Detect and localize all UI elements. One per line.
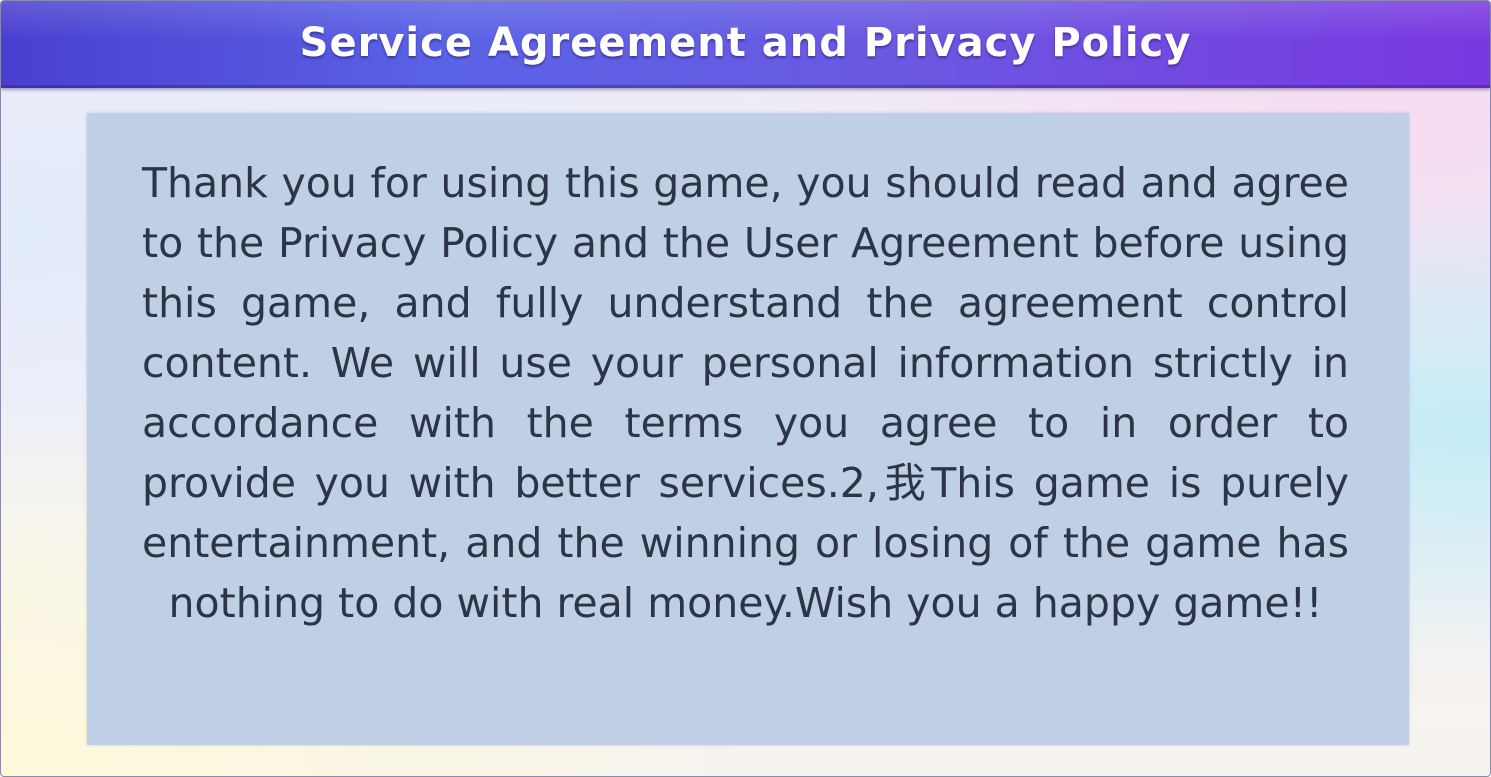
agreement-dialog: Service Agreement and Privacy Policy Tha… xyxy=(0,0,1491,777)
agreement-body-text: Thank you for using this game, you shoul… xyxy=(142,159,1349,627)
dialog-title: Service Agreement and Privacy Policy xyxy=(299,20,1192,66)
title-bar: Service Agreement and Privacy Policy xyxy=(1,1,1490,88)
agreement-content-panel[interactable]: Thank you for using this game, you shoul… xyxy=(87,113,1409,745)
